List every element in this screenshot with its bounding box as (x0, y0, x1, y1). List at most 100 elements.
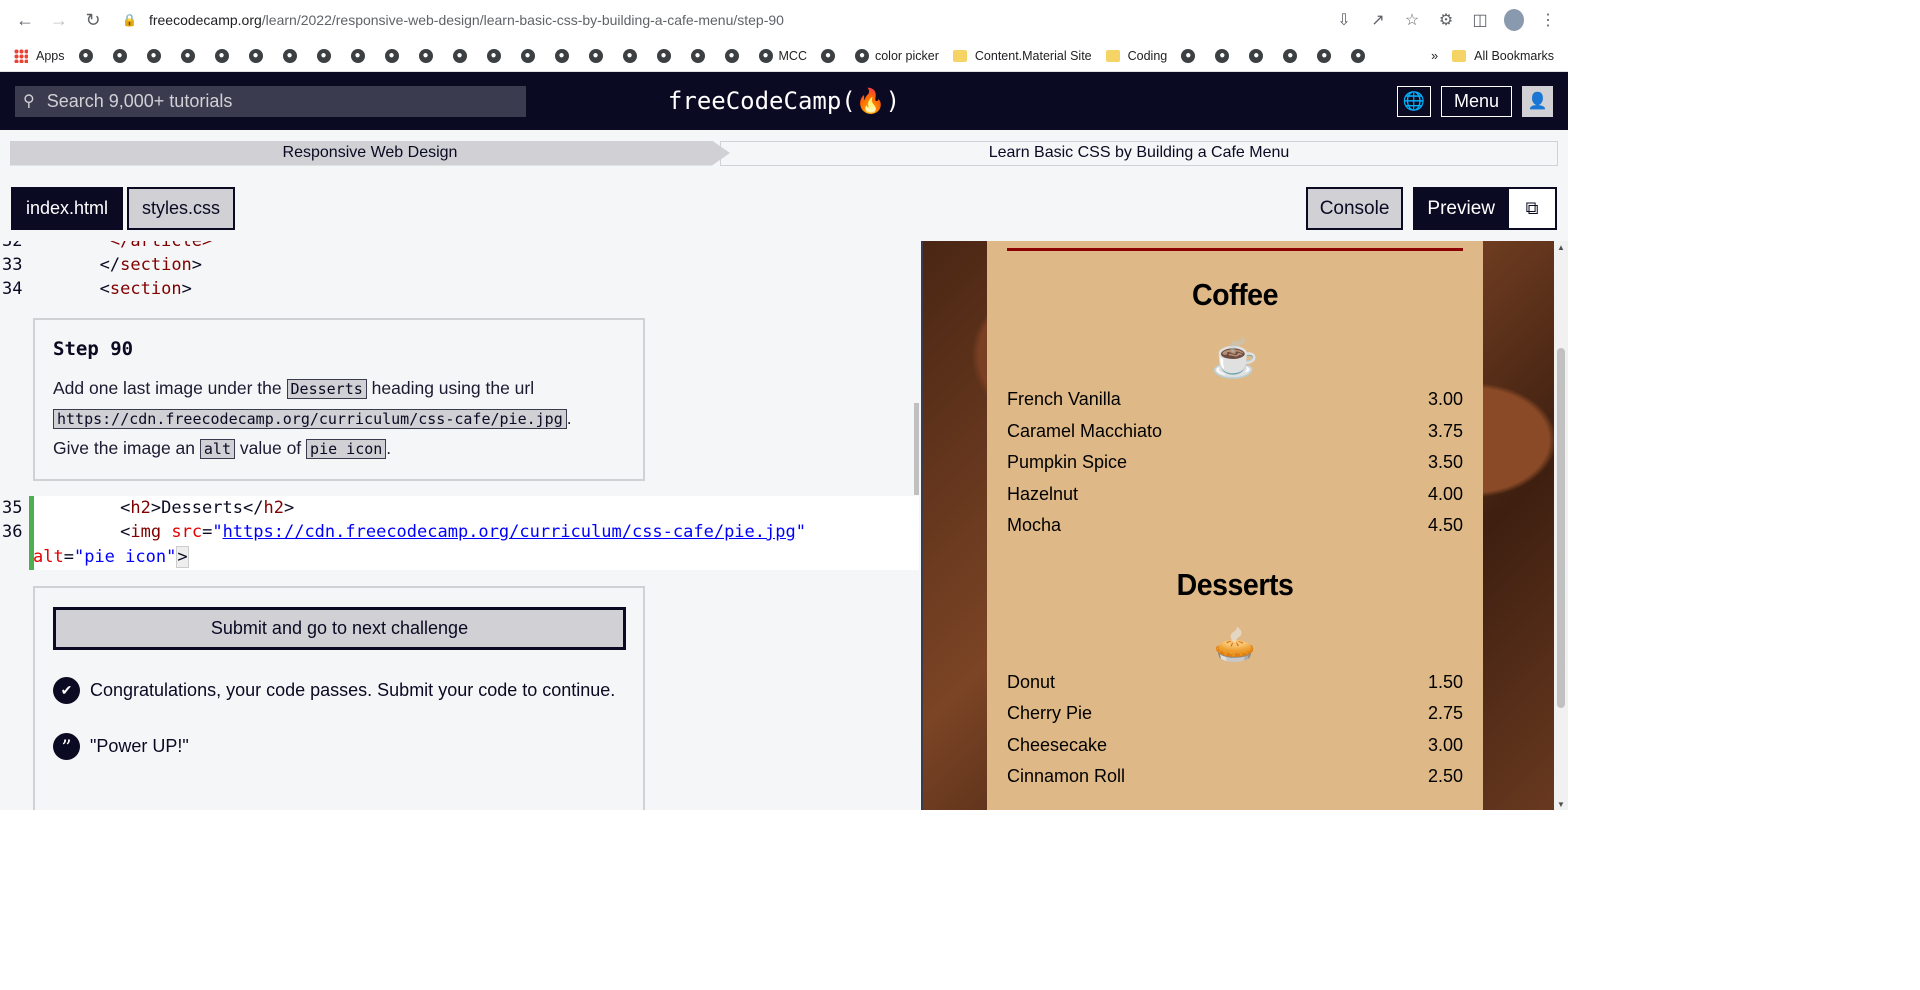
bookmark-icon[interactable]: ● (1317, 48, 1337, 63)
desserts-heading: Desserts (1176, 567, 1294, 602)
language-globe-icon[interactable]: 🌐 (1396, 85, 1431, 117)
fcc-logo[interactable]: freeCodeCamp(🔥) (668, 87, 900, 115)
globe-icon: ● (690, 48, 705, 63)
globe-icon: ● (1249, 48, 1264, 63)
globe-icon: ● (758, 48, 773, 63)
console-button[interactable]: Console (1305, 187, 1404, 230)
bookmark-icon[interactable]: ● (554, 48, 575, 63)
main-area: 32 </article> 33 </section> 34 <section>… (0, 241, 1568, 810)
success-message: ✔ Congratulations, your code passes. Sub… (53, 677, 625, 704)
folder-icon (1452, 49, 1467, 62)
install-icon[interactable]: ⇩ (1334, 10, 1354, 30)
pie-icon: 🥧 (1213, 626, 1257, 664)
tab-styles-css[interactable]: styles.css (127, 187, 236, 230)
scroll-down-icon[interactable]: ▼ (1557, 800, 1565, 809)
user-avatar-icon[interactable]: 👤 (1522, 85, 1553, 117)
bookmark-icon[interactable]: ● (180, 48, 201, 63)
menu-divider (1007, 248, 1463, 251)
menu-item: Cinnamon Roll 2.50 (1007, 766, 1463, 786)
globe-icon: ● (486, 48, 501, 63)
preview-scrollbar[interactable]: ▲ ▼ (1554, 241, 1568, 810)
forward-arrow-icon[interactable]: → (44, 5, 74, 35)
bookmark-content-material[interactable]: Content.Material Site (952, 49, 1092, 63)
bookmark-icon[interactable]: ● (486, 48, 507, 63)
globe-icon: ● (854, 48, 869, 63)
bookmarks-overflow-button[interactable]: » (1431, 49, 1438, 63)
bookmark-icon[interactable]: ● (820, 48, 841, 63)
globe-icon: ● (554, 48, 569, 63)
bookmark-icon[interactable]: ● (316, 48, 337, 63)
bookmark-icon[interactable]: ● (1351, 48, 1371, 63)
code-line: 32 </article> (0, 241, 212, 253)
extensions-icon[interactable]: ⚙ (1436, 10, 1456, 30)
editor-tabs: index.html styles.css Console Preview ⧉ (0, 176, 1568, 241)
code-editor[interactable]: 32 </article> 33 </section> 34 <section>… (0, 241, 921, 810)
reload-icon[interactable]: ↻ (78, 5, 108, 35)
breadcrumb-superblock[interactable]: Responsive Web Design (10, 140, 730, 166)
address-bar[interactable]: 🔒 freecodecamp.org/learn/2022/responsive… (112, 5, 1334, 35)
code-text: </section> (99, 255, 203, 275)
code-text: <h2>Desserts</h2> (120, 498, 295, 518)
bookmark-icon[interactable]: ● (588, 48, 609, 63)
inline-code: pie icon (306, 439, 387, 459)
profile-avatar[interactable] (1504, 9, 1524, 31)
tab-index-html[interactable]: index.html (11, 187, 124, 230)
code-line: 35 <h2>Desserts</h2> (2, 498, 295, 518)
star-icon[interactable]: ☆ (1402, 10, 1422, 30)
bookmark-icon[interactable]: ● (452, 48, 473, 63)
bookmark-icon[interactable]: ● (622, 48, 643, 63)
bookmark-icon[interactable]: ● (350, 48, 371, 63)
bookmark-icon[interactable]: ● (1215, 48, 1235, 63)
popout-icon[interactable]: ⧉ (1509, 189, 1555, 228)
search-icon: ⚲ (23, 93, 35, 110)
globe-icon: ● (78, 48, 93, 63)
lock-icon: 🔒 (122, 13, 137, 27)
menu-button[interactable]: Menu (1440, 85, 1512, 117)
sidepanel-icon[interactable]: ◫ (1470, 10, 1490, 30)
coffee-cup-icon: ☕ (1211, 338, 1259, 380)
menu-item: Pumpkin Spice 3.50 (1007, 452, 1463, 472)
breadcrumb-block[interactable]: Learn Basic CSS by Building a Cafe Menu (720, 140, 1558, 166)
globe-icon: ● (180, 48, 195, 63)
test-feedback-panel: Submit and go to next challenge ✔ Congra… (33, 586, 645, 810)
bookmark-icon[interactable]: ● (78, 48, 99, 63)
back-arrow-icon[interactable]: ← (10, 5, 40, 35)
bookmark-icon[interactable]: ● (282, 48, 303, 63)
bookmark-icon[interactable]: ● (1283, 48, 1303, 63)
kebab-menu-icon[interactable]: ⋮ (1538, 10, 1558, 30)
bookmark-icon[interactable]: ● (724, 48, 745, 63)
breadcrumb: Responsive Web Design Learn Basic CSS by… (0, 130, 1568, 176)
bookmark-apps[interactable]: Apps (14, 48, 65, 63)
search-input[interactable]: ⚲ Search 9,000+ tutorials (15, 85, 526, 117)
bookmark-all-bookmarks[interactable]: All Bookmarks (1452, 49, 1554, 63)
quote-icon: ” (53, 733, 80, 760)
globe-icon: ● (350, 48, 365, 63)
apps-grid-icon (14, 48, 28, 63)
menu-item: Hazelnut 4.00 (1007, 484, 1463, 504)
scroll-up-icon[interactable]: ▲ (1557, 243, 1565, 252)
bookmark-mcc[interactable]: ● MCC (758, 48, 807, 63)
bookmark-color-picker[interactable]: ● color picker (854, 48, 939, 63)
motivational-quote: ” "Power UP!" (53, 733, 625, 760)
globe-icon: ● (588, 48, 603, 63)
bookmark-icon[interactable]: ● (418, 48, 439, 63)
scrollbar-thumb[interactable] (1557, 348, 1565, 708)
bookmark-coding[interactable]: Coding (1105, 49, 1167, 63)
pane-splitter[interactable] (914, 403, 919, 495)
bookmark-icon[interactable]: ● (1181, 48, 1201, 63)
preview-pane[interactable]: Coffee ☕ French Vanilla 3.00 Caramel Macc… (921, 241, 1568, 810)
preview-button[interactable]: Preview ⧉ (1413, 187, 1557, 230)
submit-button[interactable]: Submit and go to next challenge (53, 607, 626, 650)
bookmark-icon[interactable]: ● (656, 48, 677, 63)
bookmark-icon[interactable]: ● (248, 48, 269, 63)
globe-icon: ● (820, 48, 835, 63)
bookmark-icon[interactable]: ● (520, 48, 541, 63)
globe-icon: ● (112, 48, 127, 63)
bookmark-icon[interactable]: ● (1249, 48, 1269, 63)
bookmark-icon[interactable]: ● (112, 48, 133, 63)
bookmark-icon[interactable]: ● (690, 48, 711, 63)
share-icon[interactable]: ↗ (1368, 10, 1388, 30)
bookmark-icon[interactable]: ● (214, 48, 235, 63)
bookmark-icon[interactable]: ● (384, 48, 405, 63)
bookmark-icon[interactable]: ● (146, 48, 167, 63)
